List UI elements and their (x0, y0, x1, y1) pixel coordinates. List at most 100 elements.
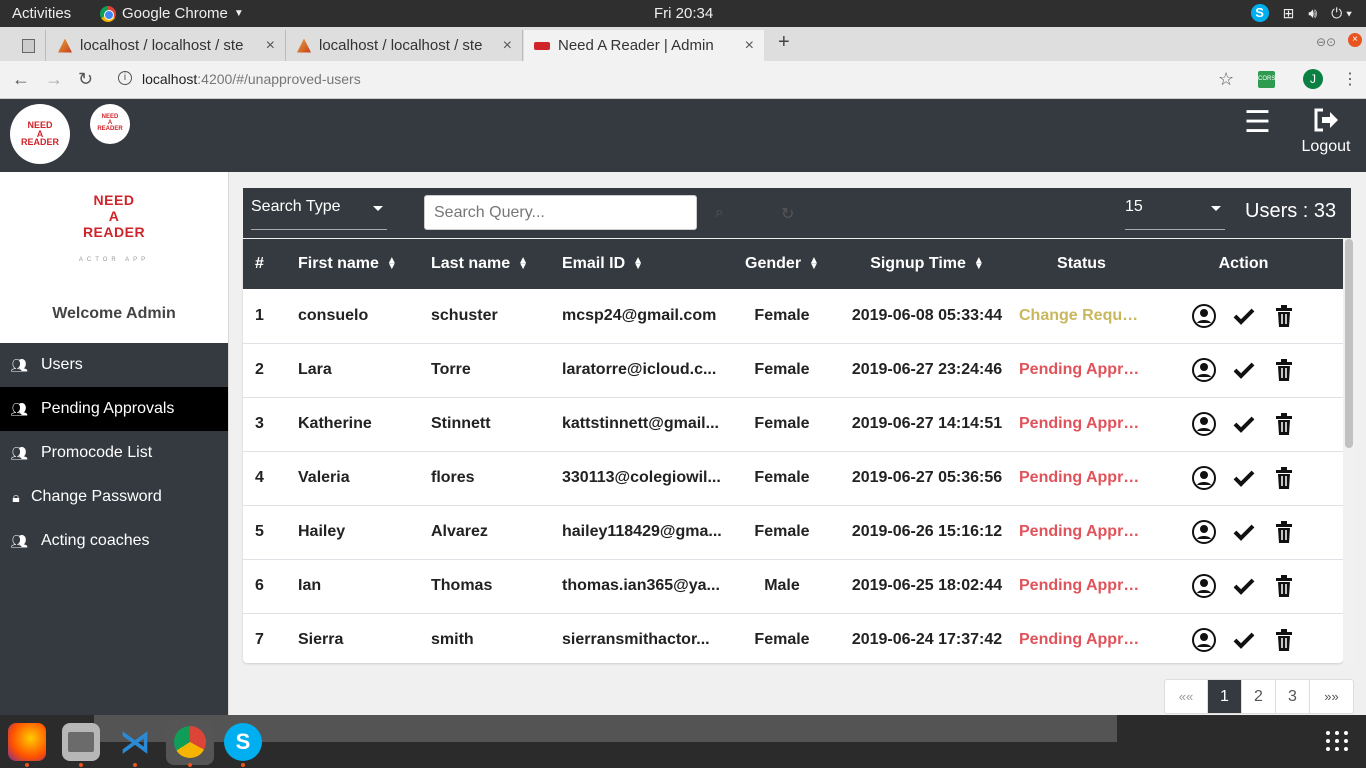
skype-tray-icon[interactable]: S (1250, 4, 1269, 22)
close-icon[interactable]: × (503, 37, 512, 55)
chrome-dock-icon[interactable] (166, 719, 214, 765)
pagination-last[interactable]: »» (1310, 680, 1353, 713)
close-icon[interactable]: × (745, 37, 754, 55)
cell-status: Pending Approval (1019, 577, 1144, 594)
view-profile-icon[interactable] (1191, 358, 1216, 382)
view-profile-icon[interactable] (1191, 303, 1216, 328)
logout-button[interactable]: Logout (1298, 107, 1354, 156)
delete-trash-icon[interactable] (1272, 304, 1296, 328)
approve-check-icon[interactable] (1232, 466, 1256, 490)
clock[interactable]: Fri 20:34 (654, 5, 713, 22)
tab-phpmyadmin-1[interactable]: localhost / localhost / ste × (48, 30, 286, 61)
table-row[interactable]: 4 Valeria flores 330113@colegiowil... Female… (243, 451, 1343, 505)
skype-icon[interactable]: S (224, 723, 262, 761)
profile-avatar[interactable]: J (1303, 69, 1323, 89)
cell-email: mcsp24@gmail.com (562, 306, 717, 324)
page-size-select[interactable]: 15 (1125, 194, 1225, 230)
view-profile-icon[interactable] (1191, 466, 1216, 490)
caret-down-icon (373, 206, 383, 211)
delete-trash-icon[interactable] (1272, 358, 1296, 382)
search-type-select[interactable]: Search Type (251, 194, 387, 230)
sidebar-item-acting-coaches[interactable]: 👥︎ Acting coaches (0, 519, 228, 563)
sidebar-item-change-password[interactable]: 🔒︎ Change Password (0, 475, 228, 519)
approve-check-icon[interactable] (1232, 628, 1256, 652)
scrollbar-thumb[interactable] (1345, 239, 1353, 448)
activities-button[interactable]: Activities (12, 5, 71, 22)
files-icon[interactable] (62, 723, 100, 761)
tab-pinned[interactable] (12, 30, 46, 61)
window-close-icon[interactable]: × (1348, 33, 1362, 47)
table-row[interactable]: 2 Lara Torre laratorre@icloud.c... Female 201… (243, 343, 1343, 397)
sidebar-item-promocode-list[interactable]: 👥︎ Promocode List (0, 431, 228, 475)
view-profile-icon[interactable] (1191, 520, 1216, 544)
column-header-email[interactable]: Email ID ▲ ▼ (562, 239, 729, 289)
hamburger-menu-icon[interactable]: ☰ (1244, 105, 1271, 140)
delete-trash-icon[interactable] (1272, 466, 1296, 490)
table-row[interactable]: 3 Katherine Stinnett kattstinnett@gmail... F… (243, 397, 1343, 451)
delete-trash-icon[interactable] (1272, 574, 1296, 598)
search-input[interactable] (424, 195, 697, 230)
search-icon[interactable]: ⌕ (715, 204, 724, 222)
show-applications-icon[interactable] (1326, 731, 1349, 751)
approve-check-icon[interactable] (1232, 520, 1256, 544)
system-tray[interactable]: S ⊞ 🔊︎ ⏻ ▾ (1250, 4, 1352, 22)
table-row[interactable]: 5 Hailey Alvarez hailey118429@gma... Female 2… (243, 505, 1343, 559)
firefox-icon[interactable] (8, 723, 46, 761)
tab-phpmyadmin-2[interactable]: localhost / localhost / ste × (287, 30, 523, 61)
sort-icon[interactable]: ▲ ▼ (633, 255, 643, 271)
menu-dots-icon[interactable]: ⋮ (1342, 69, 1358, 89)
view-profile-icon[interactable] (1191, 412, 1216, 436)
pagination-page-1[interactable]: 1 (1208, 680, 1242, 713)
window-controls[interactable]: ⊖⊙ (1316, 35, 1336, 49)
pagination-page-3[interactable]: 3 (1276, 680, 1310, 713)
brand-logo-large[interactable]: NEED A READER (10, 104, 70, 164)
approve-check-icon[interactable] (1232, 304, 1256, 328)
sort-icon[interactable]: ▲ ▼ (974, 255, 984, 271)
approve-check-icon[interactable] (1232, 412, 1256, 436)
table-row[interactable]: 6 Ian Thomas thomas.ian365@ya... Male 2019-06… (243, 559, 1343, 613)
view-profile-icon[interactable] (1191, 574, 1216, 598)
logo-line3: READER (97, 125, 123, 132)
info-icon[interactable]: i (118, 71, 132, 85)
sort-icon[interactable]: ▲ ▼ (387, 255, 397, 271)
volume-icon[interactable]: 🔊︎ (1308, 5, 1317, 22)
brand-logo-small[interactable]: NEED A READER (90, 104, 130, 144)
table-row[interactable]: 7 Sierra smith sierransmithactor... Female 20… (243, 613, 1343, 663)
sidebar-item-users[interactable]: 👥︎ Users (0, 343, 228, 387)
column-header-last-name[interactable]: Last name ▲ ▼ (431, 239, 562, 289)
brand-line3: READER (82, 224, 146, 240)
approve-check-icon[interactable] (1232, 358, 1256, 382)
cell-last-name: Torre (431, 361, 471, 378)
delete-trash-icon[interactable] (1272, 520, 1296, 544)
column-header-gender[interactable]: Gender ▲ ▼ (729, 239, 835, 289)
table-row[interactable]: 1 consuelo schuster mcsp24@gmail.com Female 2… (243, 289, 1343, 343)
network-icon[interactable]: ⊞ (1283, 5, 1295, 22)
back-icon[interactable]: ← (12, 69, 30, 90)
new-tab-button[interactable]: + (778, 31, 790, 54)
reload-icon[interactable]: ↻ (78, 69, 93, 90)
table-scrollbar[interactable] (1343, 239, 1355, 663)
app-menu[interactable]: Google Chrome ▼ (100, 5, 244, 22)
pagination-first[interactable]: «« (1165, 680, 1208, 713)
pagination-page-2[interactable]: 2 (1242, 680, 1276, 713)
tab-need-a-reader[interactable]: Need A Reader | Admin × (524, 30, 764, 61)
tab-title: localhost / localhost / ste (319, 37, 483, 54)
sort-icon[interactable]: ▲ ▼ (809, 255, 819, 271)
sidebar-item-pending-approvals[interactable]: 👥︎ Pending Approvals (0, 387, 228, 431)
close-icon[interactable]: × (266, 37, 275, 55)
cors-extension-icon[interactable]: CORS (1258, 71, 1275, 88)
view-profile-icon[interactable] (1191, 628, 1216, 652)
bookmark-star-icon[interactable]: ☆ (1218, 69, 1234, 90)
delete-trash-icon[interactable] (1272, 412, 1296, 436)
column-header-first-name[interactable]: First name ▲ ▼ (298, 239, 431, 289)
approve-check-icon[interactable] (1232, 574, 1256, 598)
delete-trash-icon[interactable] (1272, 628, 1296, 652)
refresh-icon[interactable]: ↻ (781, 204, 794, 224)
brand-line2: A (108, 208, 120, 224)
power-icon[interactable]: ⏻ ▾ (1331, 5, 1352, 22)
address-bar[interactable]: localhost:4200/#/unapproved-users (142, 71, 361, 87)
vscode-icon[interactable]: ⋊ (116, 723, 154, 761)
forward-icon[interactable]: → (45, 69, 63, 90)
sort-icon[interactable]: ▲ ▼ (518, 255, 528, 271)
column-header-signup-time[interactable]: Signup Time ▲ ▼ (835, 239, 1019, 289)
